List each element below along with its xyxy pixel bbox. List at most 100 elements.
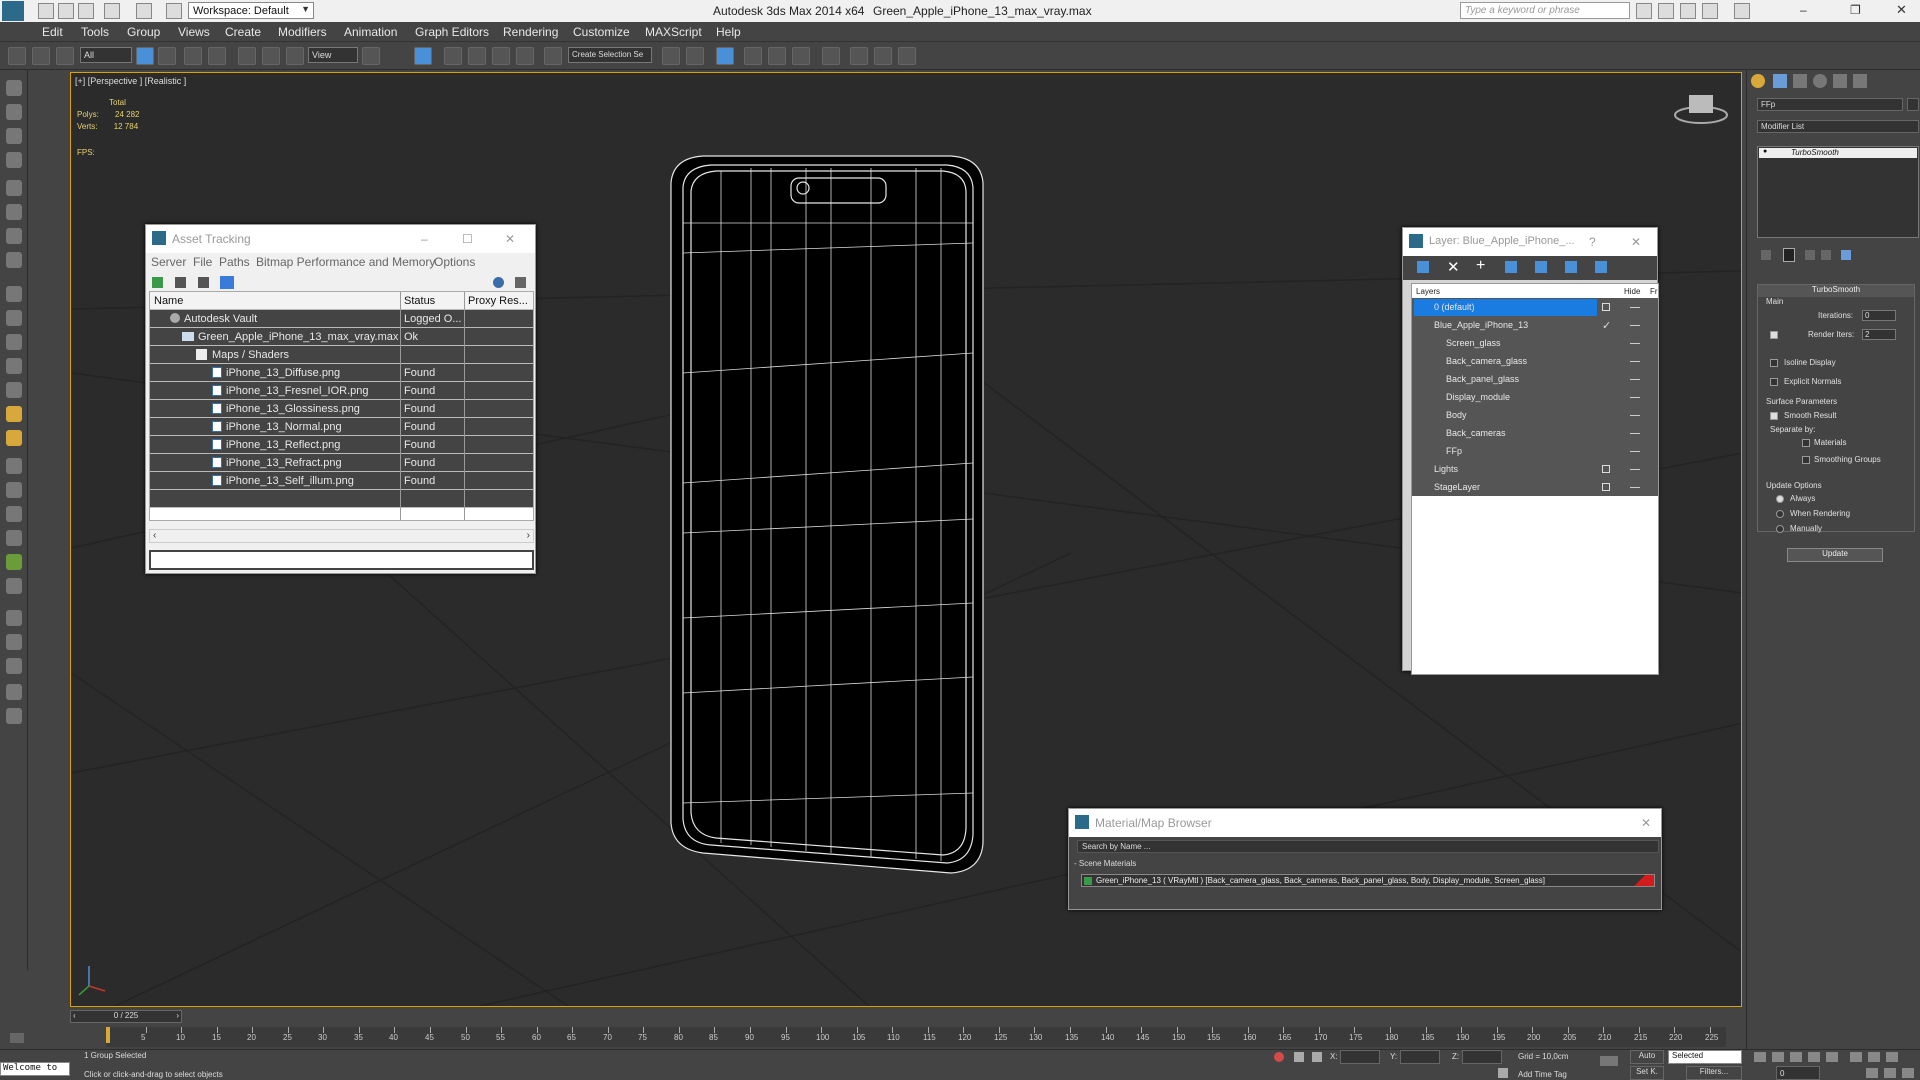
play-animation-icon[interactable] — [1790, 1052, 1802, 1062]
material-editor-icon[interactable] — [822, 47, 840, 65]
next-frame-icon[interactable] — [1808, 1052, 1820, 1062]
new-file-icon[interactable] — [38, 3, 54, 19]
freeze-toggle[interactable] — [1630, 307, 1640, 308]
table-row[interactable]: iPhone_13_Reflect.png Found — [150, 436, 533, 454]
motion-tab-icon[interactable] — [1813, 74, 1827, 88]
modifier-list-dropdown[interactable]: Modifier List — [1757, 120, 1919, 133]
refresh-icon[interactable] — [152, 277, 163, 288]
pyramid-icon[interactable] — [6, 382, 22, 398]
help-circle-icon[interactable] — [6, 708, 22, 724]
table-row[interactable]: iPhone_13_Normal.png Found — [150, 418, 533, 436]
highlight-layer-icon[interactable] — [1535, 261, 1547, 273]
hold-icon[interactable] — [166, 3, 182, 19]
torus-icon[interactable] — [6, 358, 22, 374]
pin-stack-icon[interactable] — [1761, 250, 1771, 260]
restore-icon[interactable]: ❐ — [1850, 3, 1861, 17]
lightbulb-icon[interactable]: ● — [1763, 148, 1767, 155]
utilities-tab-icon[interactable] — [1853, 74, 1867, 88]
stack-item-turbosmooth[interactable]: ● TurboSmooth — [1759, 148, 1917, 158]
header-freeze[interactable]: Fr — [1650, 287, 1658, 296]
menu-maxscript[interactable]: MAXScript — [645, 25, 702, 39]
go-to-start-icon[interactable] — [1754, 1052, 1766, 1062]
menu-file[interactable]: File — [193, 255, 212, 269]
table-row[interactable]: Maps / Shaders — [150, 346, 533, 364]
pan-view-icon[interactable] — [1884, 1068, 1896, 1078]
object-name-field[interactable]: FFp — [1757, 98, 1903, 111]
header-proxy[interactable]: Proxy Res... — [468, 295, 528, 307]
render-production-icon[interactable] — [898, 47, 916, 65]
hide-toggle[interactable] — [1602, 303, 1610, 311]
table-row[interactable]: iPhone_13_Self_illum.png Found — [150, 472, 533, 490]
exchange-icon[interactable] — [1680, 3, 1696, 19]
globe-render-icon[interactable] — [6, 658, 22, 674]
display-tab-icon[interactable] — [1833, 74, 1847, 88]
menu-animation[interactable]: Animation — [344, 25, 397, 39]
freeze-all-icon[interactable] — [1595, 261, 1607, 273]
graphite-tools-icon[interactable] — [744, 47, 762, 65]
table-row[interactable]: Autodesk Vault Logged O... — [150, 310, 533, 328]
modify-tab-icon[interactable] — [1773, 74, 1787, 88]
edit-named-selection-icon[interactable] — [544, 47, 562, 65]
path-field[interactable] — [149, 550, 534, 570]
show-end-result-icon[interactable] — [1783, 248, 1795, 262]
header-hide[interactable]: Hide — [1624, 287, 1640, 296]
view-icon[interactable] — [6, 80, 22, 96]
undo-icon[interactable] — [104, 3, 120, 19]
column-divider[interactable] — [464, 292, 465, 520]
redo-icon[interactable] — [136, 3, 152, 19]
align-icon[interactable] — [686, 47, 704, 65]
help-icon[interactable] — [493, 277, 504, 288]
rendered-frame-icon[interactable] — [874, 47, 892, 65]
freeze-toggle[interactable] — [1630, 379, 1640, 380]
render-iters-spinner[interactable]: 2 — [1862, 329, 1896, 340]
sphere-material-icon[interactable] — [6, 610, 22, 626]
named-selection-dropdown[interactable]: Create Selection Se — [568, 47, 652, 63]
table-row[interactable]: Green_Apple_iPhone_13_max_vray.max Ok — [150, 328, 533, 346]
sun-icon[interactable] — [6, 406, 22, 422]
zoom-extents-icon[interactable] — [1886, 1052, 1898, 1062]
vray-icon[interactable] — [6, 554, 22, 570]
isolate-icon[interactable] — [1274, 1052, 1284, 1062]
orbit-icon[interactable] — [1866, 1068, 1878, 1078]
spacewarp-icon[interactable] — [6, 506, 22, 522]
mirror-icon[interactable] — [662, 47, 680, 65]
make-unique-icon[interactable] — [1805, 250, 1815, 260]
layer-row[interactable]: Back_cameras — [1412, 425, 1658, 443]
sphere-icon[interactable] — [6, 334, 22, 350]
menu-customize[interactable]: Customize — [573, 25, 630, 39]
scroll-left-icon[interactable]: ‹ — [73, 1011, 76, 1020]
layer-row[interactable]: Display_module — [1412, 389, 1658, 407]
menu-options[interactable]: Options — [434, 255, 475, 269]
hide-all-icon[interactable] — [1565, 261, 1577, 273]
auto-key-button[interactable]: Auto — [1630, 1050, 1664, 1064]
menu-paths[interactable]: Paths — [219, 255, 250, 269]
globe-icon[interactable] — [6, 530, 22, 546]
asset-tracking-titlebar[interactable]: Asset Tracking – ☐ ✕ — [146, 225, 535, 253]
track-bar[interactable]: 5 10 15 20 25 30 35 40 45 50 55 60 65 70 75 80 85 90 95 100… — [106, 1027, 1726, 1047]
freeze-toggle[interactable] — [1630, 451, 1640, 452]
schematic-view-icon[interactable] — [792, 47, 810, 65]
hide-toggle[interactable] — [1602, 483, 1610, 491]
rectangular-selection-icon[interactable] — [184, 47, 202, 65]
ref-coord-dropdown[interactable]: View — [308, 47, 358, 63]
freeze-toggle[interactable] — [1630, 361, 1640, 362]
manually-radio[interactable] — [1776, 525, 1784, 533]
menu-edit[interactable]: Edit — [42, 25, 63, 39]
layer-row[interactable]: Back_camera_glass — [1412, 353, 1658, 371]
freeze-toggle[interactable] — [1630, 487, 1640, 488]
render-icon[interactable] — [6, 634, 22, 650]
close-icon[interactable]: ✕ — [1631, 235, 1641, 249]
layer-row[interactable]: Lights — [1412, 461, 1658, 479]
maxscript-listener[interactable]: Welcome to — [0, 1062, 70, 1076]
save-file-icon[interactable] — [78, 3, 94, 19]
favorites-star-icon[interactable] — [1702, 3, 1718, 19]
scroll-right-icon[interactable]: › — [527, 530, 530, 541]
pivot-center-icon[interactable] — [362, 47, 380, 65]
move-icon[interactable] — [238, 47, 256, 65]
table-row[interactable]: iPhone_13_Glossiness.png Found — [150, 400, 533, 418]
header-status[interactable]: Status — [404, 295, 435, 307]
modifier-stack[interactable]: ● TurboSmooth — [1757, 146, 1919, 238]
header-layers[interactable]: Layers — [1416, 287, 1440, 296]
viewport-label[interactable]: [+] [Perspective ] [Realistic ] — [75, 76, 186, 86]
camera-icon[interactable] — [6, 204, 22, 220]
